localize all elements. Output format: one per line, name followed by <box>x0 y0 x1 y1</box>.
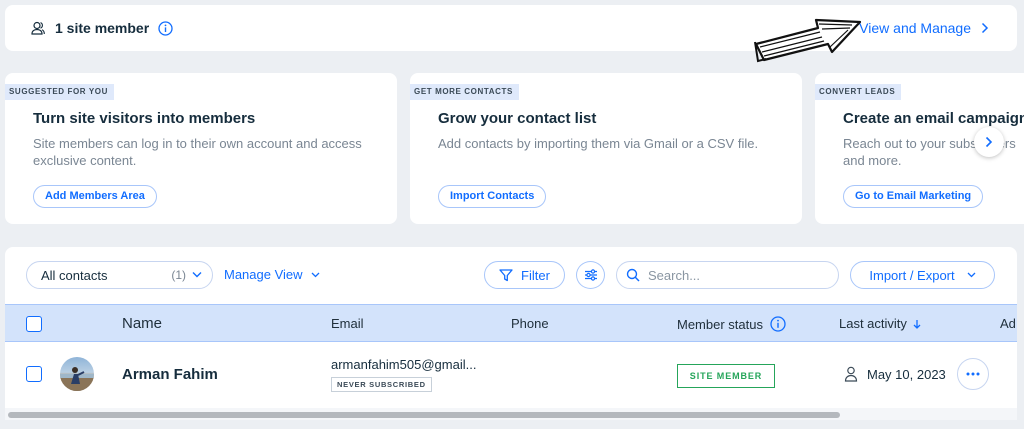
subscription-badge: NEVER SUBSCRIBED <box>331 377 432 392</box>
card-title: Turn site visitors into members <box>33 110 256 127</box>
last-activity-label: Last activity <box>839 316 907 331</box>
table-row[interactable]: Arman Fahim armanfahim505@gmail... NEVER… <box>5 342 1017 408</box>
manage-view-label: Manage View <box>224 267 303 282</box>
add-members-area-button[interactable]: Add Members Area <box>33 185 157 208</box>
info-icon[interactable] <box>770 316 786 332</box>
chevron-down-icon <box>192 272 202 278</box>
select-all-checkbox[interactable] <box>26 316 42 332</box>
go-to-email-marketing-button[interactable]: Go to Email Marketing <box>843 185 984 208</box>
contacts-filter-select[interactable]: All contacts (1) <box>26 261 213 289</box>
table-toolbar: All contacts (1) Manage View Filter Sear… <box>5 247 1017 303</box>
info-icon[interactable] <box>158 20 173 36</box>
chevron-right-icon <box>985 136 993 148</box>
scrollbar-thumb[interactable] <box>8 412 840 418</box>
card-suggested: SUGGESTED FOR YOU Turn site visitors int… <box>5 73 397 224</box>
search-input[interactable]: Search... <box>616 261 839 289</box>
more-dots-icon <box>966 372 980 376</box>
filter-button[interactable]: Filter <box>484 261 565 289</box>
more-actions-button[interactable] <box>957 358 989 390</box>
search-icon <box>626 268 640 282</box>
contacts-count: (1) <box>171 268 186 282</box>
card-tag: GET MORE CONTACTS <box>410 84 519 100</box>
contact-email: armanfahim505@gmail... <box>331 357 477 372</box>
column-header-phone[interactable]: Phone <box>511 316 549 331</box>
manage-view-dropdown[interactable]: Manage View <box>224 267 320 282</box>
filter-label: Filter <box>521 267 550 283</box>
site-members-bar: 1 site member View and Manage <box>5 5 1017 51</box>
card-description: Site members can log in to their own acc… <box>33 136 362 168</box>
search-placeholder: Search... <box>648 267 701 283</box>
card-description: Add contacts by importing them via Gmail… <box>438 136 759 151</box>
site-member-count: 1 site member <box>55 20 150 36</box>
column-header-email[interactable]: Email <box>331 316 364 331</box>
person-icon <box>844 366 858 382</box>
contacts-select-value: All contacts <box>41 267 108 283</box>
column-header-name[interactable]: Name <box>122 315 162 332</box>
contacts-table-panel: All contacts (1) Manage View Filter Sear… <box>5 247 1017 420</box>
card-title: Create an email campaign <box>843 110 1024 127</box>
card-get-contacts: GET MORE CONTACTS Grow your contact list… <box>410 73 802 224</box>
column-header-last-activity[interactable]: Last activity <box>839 316 921 331</box>
sort-down-arrow-icon <box>913 319 921 329</box>
member-status-badge: SITE MEMBER <box>677 364 775 388</box>
import-export-label: Import / Export <box>869 267 955 283</box>
view-and-manage-link[interactable]: View and Manage <box>859 20 989 36</box>
card-tag: CONVERT LEADS <box>815 84 902 100</box>
filter-icon <box>499 268 513 281</box>
card-title: Grow your contact list <box>438 110 597 127</box>
view-and-manage-label: View and Manage <box>859 20 971 36</box>
carousel-next-button[interactable] <box>974 127 1004 157</box>
row-checkbox[interactable] <box>26 366 42 382</box>
card-tag: SUGGESTED FOR YOU <box>5 84 114 100</box>
hand-drawn-arrow-icon <box>754 18 862 63</box>
import-contacts-button[interactable]: Import Contacts <box>438 185 547 208</box>
horizontal-scrollbar[interactable] <box>5 408 1017 420</box>
avatar <box>60 357 94 391</box>
last-activity: May 10, 2023 <box>844 366 946 382</box>
table-header: Name Email Phone Member status Last acti… <box>5 304 1017 342</box>
column-header-added[interactable]: Ad <box>1000 316 1016 331</box>
contact-name[interactable]: Arman Fahim <box>122 366 218 383</box>
member-icon <box>31 21 45 35</box>
chevron-down-icon <box>967 272 976 278</box>
member-status-label: Member status <box>677 316 763 332</box>
customize-columns-button[interactable] <box>576 261 605 289</box>
last-activity-date: May 10, 2023 <box>867 366 946 382</box>
chevron-down-icon <box>311 272 320 277</box>
import-export-button[interactable]: Import / Export <box>850 261 995 289</box>
column-header-member-status[interactable]: Member status <box>677 316 786 332</box>
chevron-right-icon <box>981 22 989 34</box>
sliders-icon <box>584 269 597 281</box>
